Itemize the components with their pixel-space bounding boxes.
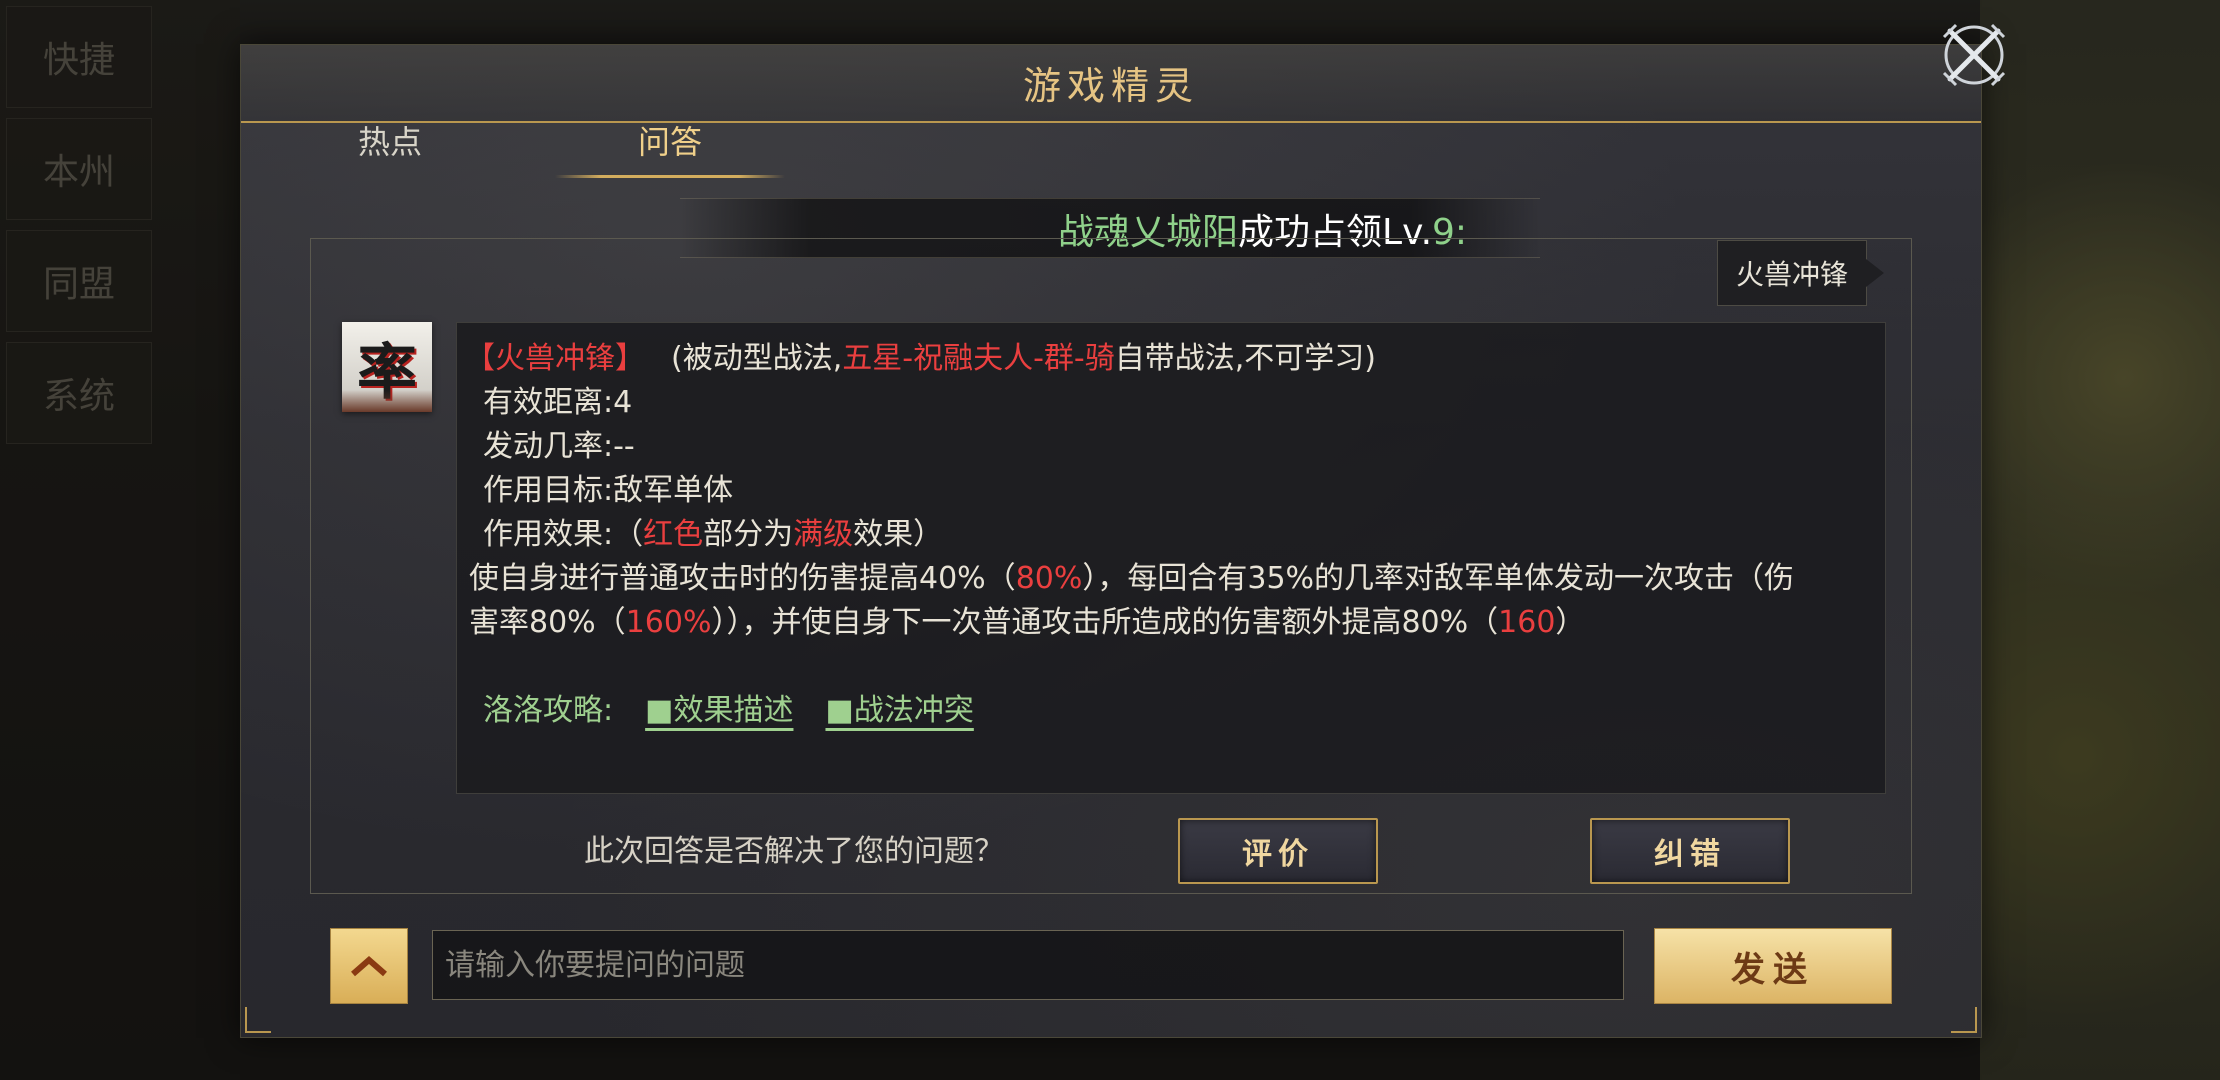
effect-note-part: 部分为 [703,517,794,552]
guide-link-conflict[interactable]: ■战法冲突 [825,693,973,728]
dialog-title-bar: 游戏精灵 [241,45,1981,123]
crossed-swords-close-icon [1942,23,2006,87]
question-keyword-bubble: 火兽冲锋 [1717,240,1884,306]
close-button[interactable] [1935,16,2013,94]
skill-name: 【火兽冲锋】 [465,341,645,376]
tab-qa[interactable]: 问答 [555,110,785,178]
chevron-up-icon [351,956,387,977]
desc-part: ） [1555,605,1586,640]
answer-bubble: 【火兽冲锋】 (被动型战法,五星-祝融夫人-群-骑自带战法,不可学习) 有效距离:… [456,322,1886,794]
send-button[interactable]: 发送 [1654,928,1892,1004]
effect-note-part: 作用效果:（ [483,517,644,552]
correct-button[interactable]: 纠错 [1590,818,1790,884]
feedback-question: 此次回答是否解决了您的问题？ [584,834,1004,869]
desc-red: 160% [625,605,712,640]
guide-row: 洛洛攻略: ■效果描述 ■战法冲突 [483,689,974,733]
assistant-avatar: 率 [342,322,432,412]
tab-hot[interactable]: 热点 [330,110,450,170]
corner-ornament [1951,1007,1977,1033]
skill-type-open: (被动型战法, [671,341,843,376]
expand-button[interactable] [330,928,408,1004]
desc-part: ）），并使自身下一次普通攻击所造成的伤害额外提高80%（ [711,605,1499,640]
guide-link-effect[interactable]: ■效果描述 [645,693,793,728]
effect-note-red: 满级 [793,517,854,552]
skill-range: 有效距离:4 [483,385,633,420]
skill-owner: 五星-祝融夫人-群-骑 [842,341,1115,376]
answer-header: 【火兽冲锋】 (被动型战法,五星-祝融夫人-群-骑自带战法,不可学习) [465,337,1376,381]
desc-red: 160 [1498,605,1556,640]
effect-note-part: 效果） [853,517,944,552]
rate-button[interactable]: 评价 [1178,818,1378,884]
skill-rate: 发动几率:-- [483,429,635,464]
desc-part: 使自身进行普通攻击时的伤害提高40%（ [469,561,1016,596]
skill-type-close: 自带战法,不可学习) [1114,341,1376,376]
desc-part: 害率80%（ [469,605,626,640]
skill-target: 作用目标:敌军单体 [483,473,734,508]
skill-effect-note: 作用效果:（红色部分为满级效果） [483,513,943,557]
skill-description-line-2: 害率80%（160%）），并使自身下一次普通攻击所造成的伤害额外提高80%（16… [469,601,1585,645]
desc-red: 80% [1015,561,1083,596]
desc-part: ），每回合有35%的几率对敌军单体发动一次攻击（伤 [1082,561,1795,596]
avatar-emblem: 率 [357,337,417,408]
dialog-title: 游戏精灵 [1022,64,1199,108]
guide-label: 洛洛攻略: [483,693,614,728]
skill-description-line-1: 使自身进行普通攻击时的伤害提高40%（80%），每回合有35%的几率对敌军单体发… [469,557,1794,601]
question-input[interactable] [432,930,1624,1000]
effect-note-red: 红色 [643,517,704,552]
corner-ornament [245,1007,271,1033]
